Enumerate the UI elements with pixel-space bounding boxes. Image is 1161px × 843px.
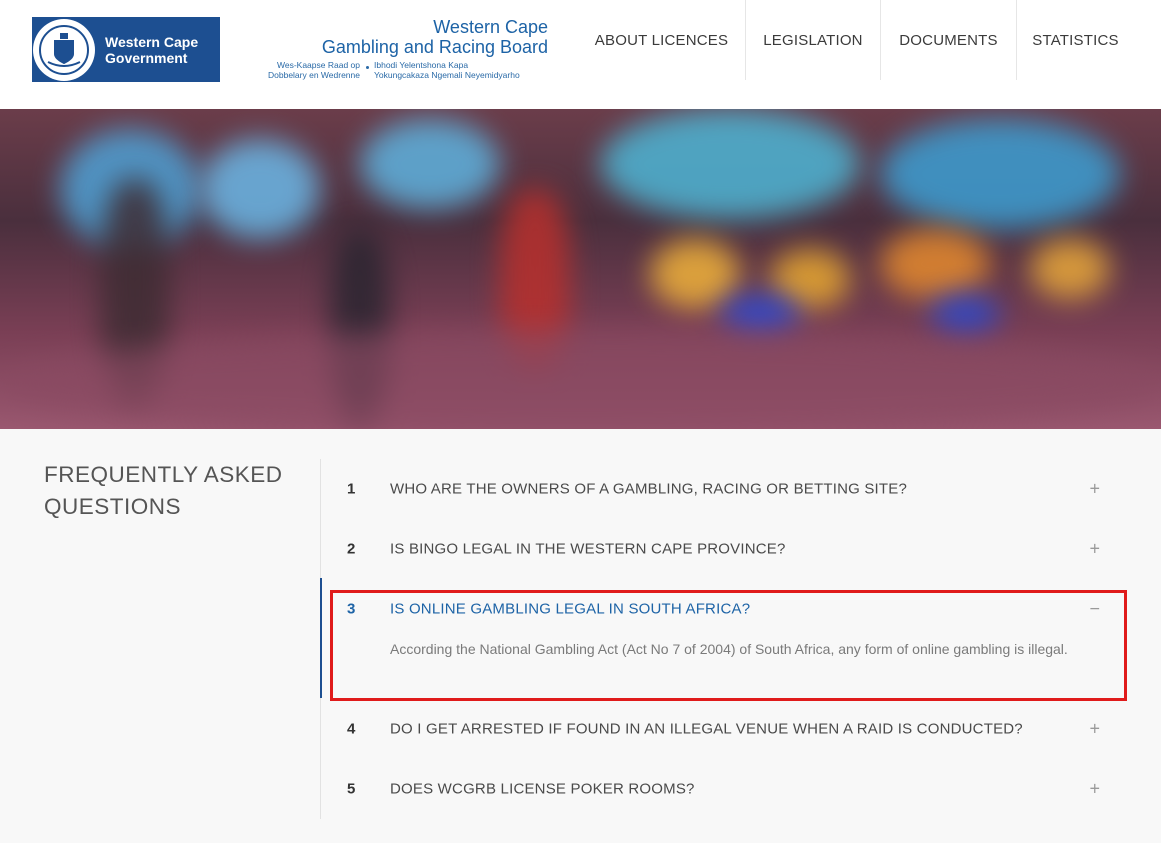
faq-question[interactable]: DO I GET ARRESTED IF FOUND IN AN ILLEGAL… — [390, 721, 1023, 738]
faq-question[interactable]: WHO ARE THE OWNERS OF A GAMBLING, RACING… — [390, 481, 907, 498]
gov-logo-line1: Western Cape — [105, 33, 199, 50]
sub-af-1: Wes-Kaapse Raad op — [276, 60, 360, 70]
sub-af-2: Dobbelary en Wedrenne — [268, 70, 360, 80]
expand-plus-icon[interactable]: + — [1089, 539, 1100, 560]
board-title-line2: Gambling and Racing Board — [321, 37, 548, 57]
faq-question[interactable]: IS BINGO LEGAL IN THE WESTERN CAPE PROVI… — [390, 541, 786, 558]
highlight-box — [330, 590, 1127, 701]
gov-logo-line2: Government — [105, 49, 188, 66]
faq-item: 5 DOES WCGRB LICENSE POKER ROOMS? + — [320, 759, 1130, 819]
board-logo[interactable]: Western Cape Gambling and Racing Board W… — [240, 17, 548, 80]
gov-logo-text: Western Cape Government — [105, 34, 198, 66]
faq-heading: FREQUENTLY ASKED QUESTIONS — [44, 462, 283, 519]
expand-plus-icon[interactable]: + — [1089, 479, 1100, 500]
faq-section: FREQUENTLY ASKED QUESTIONS 1 WHO ARE THE… — [0, 429, 1161, 843]
faq-question-row[interactable]: 5 DOES WCGRB LICENSE POKER ROOMS? + — [320, 759, 1130, 819]
board-subtitle-xhosa: Ibhodi Yelentshona Kapa Yokungcakaza Nge… — [374, 60, 548, 80]
faq-question[interactable]: DOES WCGRB LICENSE POKER ROOMS? — [390, 781, 695, 798]
sub-xh-2: Yokungcakaza Ngemali Neyemidyarho — [374, 70, 520, 80]
nav-about-licences[interactable]: ABOUT LICENCES — [578, 0, 745, 80]
expand-plus-icon[interactable]: + — [1089, 719, 1100, 740]
board-title-line1: Western Cape — [433, 17, 548, 37]
faq-item: 4 DO I GET ARRESTED IF FOUND IN AN ILLEG… — [320, 699, 1130, 759]
subtitle-divider-dot — [366, 66, 369, 69]
western-cape-government-logo[interactable]: Western Cape Government — [32, 17, 220, 82]
faq-question-row[interactable]: 4 DO I GET ARRESTED IF FOUND IN AN ILLEG… — [320, 699, 1130, 759]
faq-question-row[interactable]: 2 IS BINGO LEGAL IN THE WESTERN CAPE PRO… — [320, 519, 1130, 579]
main-nav: ABOUT LICENCES LEGISLATION DOCUMENTS STA… — [578, 0, 1134, 80]
hero-casino-image — [0, 109, 1161, 429]
site-header: Western Cape Government Western Cape Gam… — [0, 0, 1161, 109]
board-subtitle: Wes-Kaapse Raad op Dobbelary en Wedrenne… — [240, 60, 548, 80]
faq-number: 1 — [347, 480, 356, 498]
faq-number: 5 — [347, 780, 356, 798]
expand-plus-icon[interactable]: + — [1089, 779, 1100, 800]
faq-item: 1 WHO ARE THE OWNERS OF A GAMBLING, RACI… — [320, 459, 1130, 519]
nav-documents[interactable]: DOCUMENTS — [881, 0, 1016, 80]
faq-question-row[interactable]: 1 WHO ARE THE OWNERS OF A GAMBLING, RACI… — [320, 459, 1130, 519]
coat-of-arms-icon — [33, 18, 95, 81]
faq-number: 2 — [347, 540, 356, 558]
nav-legislation[interactable]: LEGISLATION — [746, 0, 880, 80]
nav-statistics[interactable]: STATISTICS — [1017, 0, 1134, 80]
faq-item: 2 IS BINGO LEGAL IN THE WESTERN CAPE PRO… — [320, 519, 1130, 579]
faq-number: 4 — [347, 720, 356, 738]
board-subtitle-afrikaans: Wes-Kaapse Raad op Dobbelary en Wedrenne — [240, 60, 360, 80]
sub-xh-1: Ibhodi Yelentshona Kapa — [374, 60, 469, 70]
